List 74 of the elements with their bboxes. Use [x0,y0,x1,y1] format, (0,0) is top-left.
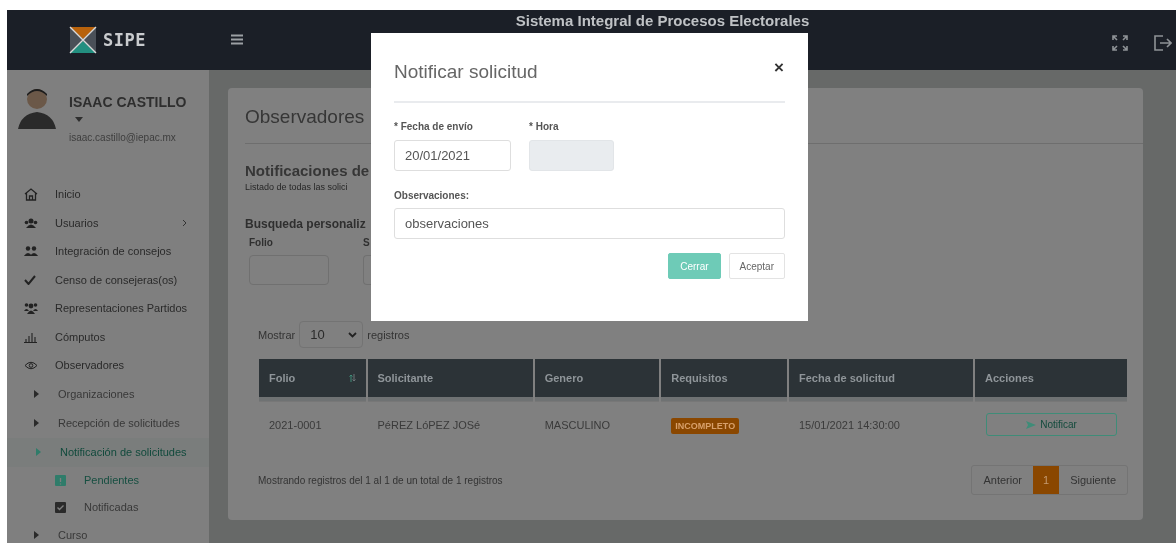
pagination-button[interactable]: 1 [1033,466,1060,494]
avatar-icon [17,86,57,130]
sidebar-subitem[interactable]: Organizaciones [7,379,209,409]
triangle-icon [34,419,39,427]
column-header[interactable]: Fecha de solicitud [788,359,973,401]
field-label: Observaciones: [394,190,471,201]
sidebar-item[interactable]: Censo de consejeras(os) [7,265,209,294]
logo-text: SIPE [103,30,146,50]
close-button[interactable]: × [774,58,784,78]
column-header[interactable]: Requisitos [661,359,787,401]
bar-chart-icon [24,330,37,343]
team-icon [24,302,38,314]
triangle-icon [34,390,39,398]
sidebar-item[interactable]: Integración de consejos [7,237,209,266]
sidebar-subitem[interactable]: Notificación de solicitudes [7,437,209,467]
clipboard-alert-icon [55,474,66,486]
pagination-button[interactable]: Anterior [972,466,1033,494]
sidebar-item[interactable]: Inicio [7,180,209,209]
logo-icon [69,26,97,54]
column-header[interactable]: Solicitante [367,359,533,401]
send-icon [1026,420,1037,429]
logout-icon[interactable] [1154,35,1172,51]
table-info: Mostrando registros del 1 al 1 de un total de 1 registros [258,474,503,486]
length-label: registros [367,328,410,341]
status-badge: INCOMPLETO [671,417,740,434]
menu-icon[interactable] [231,34,243,45]
field-label: * Fecha de envío [394,121,474,132]
accept-button[interactable]: Aceptar [728,253,785,279]
sidebar-item[interactable]: Usuarios [7,208,209,237]
table-cell: 15/01/2021 14:30:00 [788,401,973,447]
sidebar-subitem[interactable]: Recepción de solicitudes [7,408,209,438]
sidebar-item[interactable]: Cómputos [7,322,209,351]
section-subtitle: Listado de todas las solici [245,182,348,192]
field-label: S [363,237,371,248]
notify-button[interactable]: Notificar [986,413,1117,436]
page-size-select[interactable]: 10 [299,321,364,348]
pagination-button[interactable]: Siguiente [1059,466,1127,494]
section-title: Notificaciones de [245,162,370,179]
search-title: Busqueda personaliz [245,217,366,231]
user-name[interactable]: ISAAC CASTILLO [69,94,187,110]
length-label: Mostrar [258,328,296,341]
page-title: Observadores [245,105,365,129]
table-cell: 2021-0001 [259,401,366,447]
caret-icon[interactable] [75,117,83,122]
input-field[interactable]: 20/01/2021 [394,140,511,171]
app-title: Sistema Integral de Procesos Electorales [514,12,811,29]
sort-icon [348,374,356,382]
chevron-down-icon [348,331,358,338]
triangle-icon [36,448,41,456]
field-label: Folio [249,237,274,248]
triangle-icon [34,531,39,539]
modal-title: Notificar solicitud [394,61,538,83]
clipboard-check-icon [55,501,66,513]
column-header[interactable]: Genero [534,359,660,401]
check-icon [24,274,36,285]
table-cell: PéREZ LóPEZ JOSé [367,401,533,447]
sidebar-item[interactable]: Observadores [7,351,209,380]
users-icon [24,217,38,228]
sidebar-item[interactable]: Representaciones Partidos [7,294,209,323]
user-email: isaac.castillo@iepac.mx [69,132,176,143]
close-dialog-button[interactable]: Cerrar [668,253,721,279]
sidebar-subitem[interactable]: Notificadas [7,493,209,521]
table-cell: MASCULINO [534,401,660,447]
field-label: * Hora [529,121,560,132]
sidebar-subitem[interactable]: Curso [7,520,209,543]
column-header[interactable]: Folio [259,359,366,401]
home-icon [24,187,38,201]
column-header[interactable]: Acciones [975,359,1127,401]
input-field[interactable]: observaciones [394,208,785,239]
group-icon [24,246,38,257]
sidebar-subitem[interactable]: Pendientes [7,466,209,494]
eye-icon [24,360,38,370]
fullscreen-icon[interactable] [1112,35,1128,51]
chevron-right-icon [182,218,187,227]
